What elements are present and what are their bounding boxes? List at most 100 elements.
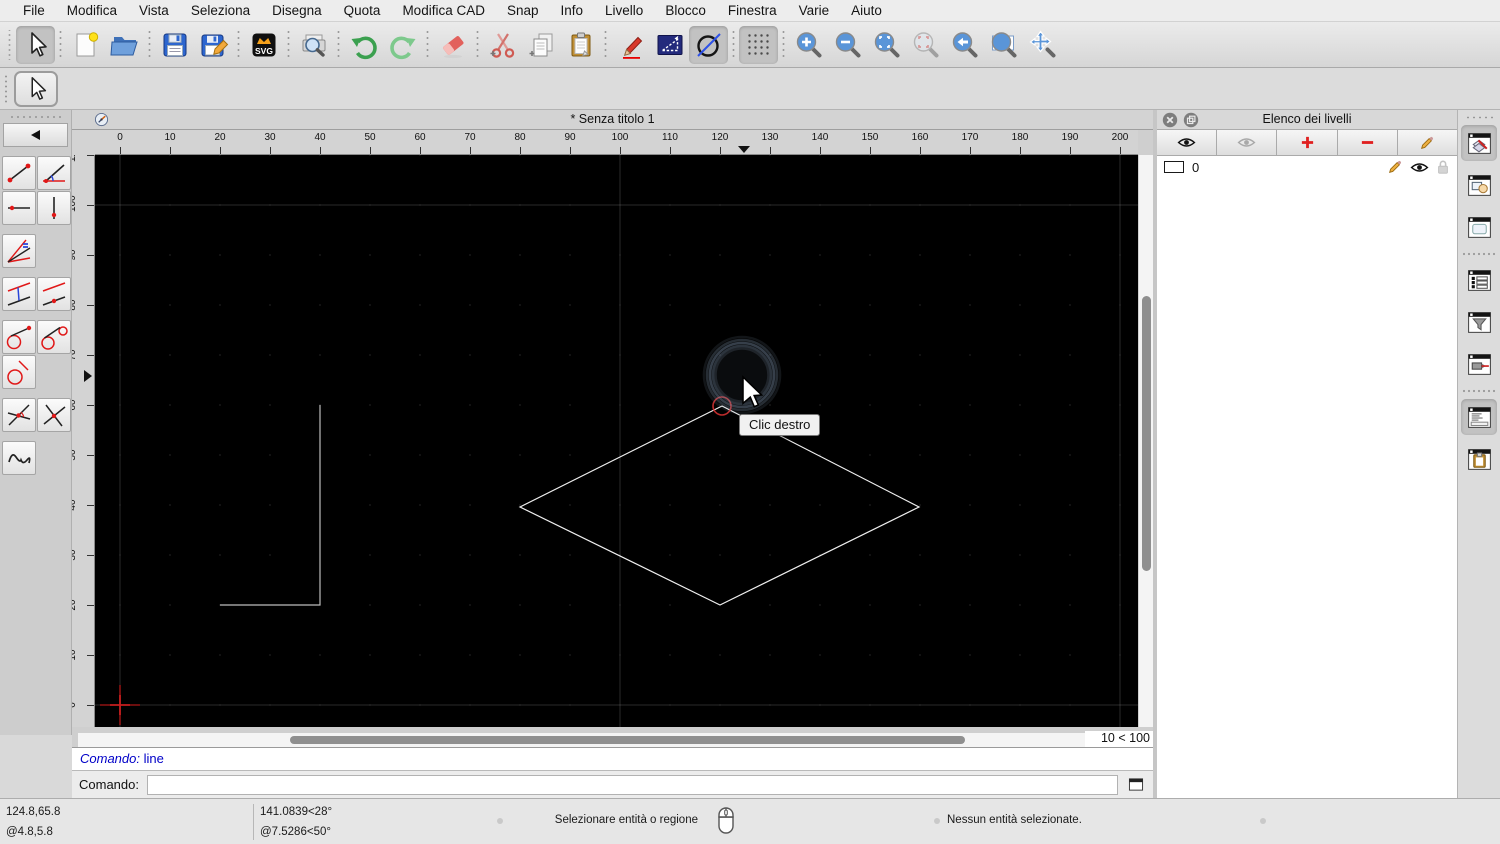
menu-livello[interactable]: Livello: [594, 3, 654, 18]
command-input[interactable]: [146, 774, 1118, 795]
v-ruler-cursor-marker: [84, 370, 92, 382]
dimension-button[interactable]: [650, 26, 689, 64]
menu-finestra[interactable]: Finestra: [717, 3, 788, 18]
command-detach-button[interactable]: [1126, 776, 1146, 793]
pen-button[interactable]: [611, 26, 650, 64]
zoom-out-button[interactable]: [828, 26, 867, 64]
save-as-button[interactable]: [194, 26, 233, 64]
export-svg-button[interactable]: SVG: [244, 26, 283, 64]
line-two-points-button[interactable]: [1, 155, 36, 190]
entity-list-window-icon: [1466, 267, 1493, 294]
zoom-auto-icon: [871, 29, 903, 61]
palette-drag-handle[interactable]: [9, 114, 62, 120]
h-ruler-label: 20: [214, 132, 226, 143]
remove-layer-button[interactable]: [1337, 130, 1398, 155]
line-parallel-point-button[interactable]: [36, 276, 71, 311]
menu-vista[interactable]: Vista: [128, 3, 180, 18]
menu-varie[interactable]: Varie: [788, 3, 841, 18]
h-ruler-tick: [420, 147, 421, 154]
line-relative-angle-button[interactable]: [1, 397, 36, 432]
dock-layers-button[interactable]: [1461, 125, 1497, 161]
edit-layer-button[interactable]: [1397, 130, 1458, 155]
menu-info[interactable]: Info: [550, 3, 595, 18]
dock-properties-button[interactable]: [1461, 262, 1497, 298]
line-orthogonal-tangent-button[interactable]: [1, 354, 36, 389]
line-parallel-distance-button[interactable]: [1, 276, 36, 311]
layer-edit-button[interactable]: [1387, 159, 1403, 175]
open-button[interactable]: [105, 26, 144, 64]
eye-icon: [1177, 136, 1196, 149]
dock-library-button[interactable]: [1461, 209, 1497, 245]
dock-command-button[interactable]: [1461, 399, 1497, 435]
show-all-layers-button[interactable]: [1157, 130, 1218, 155]
palette-back-button[interactable]: [3, 123, 68, 147]
print-preview-button[interactable]: [294, 26, 333, 64]
layer-row[interactable]: 0: [1157, 156, 1457, 178]
vertical-scrollbar-thumb[interactable]: [1142, 296, 1151, 571]
dock-clipboard-button[interactable]: [1461, 441, 1497, 477]
line-freehand-button[interactable]: [1, 440, 36, 475]
line-orthogonal-button[interactable]: [36, 397, 71, 432]
zoom-in-button[interactable]: [789, 26, 828, 64]
menu-seleziona[interactable]: Seleziona: [180, 3, 261, 18]
menu-modifica[interactable]: Modifica: [56, 3, 128, 18]
status-bar: 124.8,65.8 @4.8,5.8 141.0839<28° @7.5286…: [0, 798, 1500, 844]
redo-button[interactable]: [383, 26, 422, 64]
pan-button[interactable]: [1023, 26, 1062, 64]
menu-blocco[interactable]: Blocco: [654, 3, 717, 18]
zoom-auto-button[interactable]: [867, 26, 906, 64]
line-tangent-point-button[interactable]: [1, 319, 36, 354]
layer-visibility-button[interactable]: [1410, 161, 1429, 174]
menu-modifica-cad[interactable]: Modifica CAD: [391, 3, 496, 18]
new-document-button[interactable]: [66, 26, 105, 64]
line-angle-button[interactable]: [36, 155, 71, 190]
menu-bar: File Modifica Vista Seleziona Disegna Quota Mo…: [0, 0, 1500, 22]
menu-snap[interactable]: Snap: [496, 3, 550, 18]
toolbar-drag-handle[interactable]: [3, 74, 9, 104]
cut-button[interactable]: [483, 26, 522, 64]
dock-pen-button[interactable]: [1461, 346, 1497, 382]
line-horizontal-button[interactable]: [1, 190, 36, 225]
strip-drag-handle[interactable]: [1465, 115, 1493, 120]
h-ruler-tick: [170, 147, 171, 154]
library-window-icon: [1466, 214, 1493, 241]
horizontal-scrollbar-thumb[interactable]: [290, 736, 965, 744]
zoom-selected-button[interactable]: [906, 26, 945, 64]
grid-toggle-button[interactable]: [739, 25, 778, 64]
line-bisector-button[interactable]: [1, 233, 36, 268]
layer-color-swatch[interactable]: [1164, 161, 1184, 173]
pointer-button[interactable]: [14, 71, 58, 107]
delete-button[interactable]: [433, 26, 472, 64]
dock-blocks-button[interactable]: [1461, 167, 1497, 203]
line-orthogonal-tangent-icon: [4, 357, 34, 387]
add-layer-button[interactable]: [1277, 130, 1338, 155]
menu-aiuto[interactable]: Aiuto: [840, 3, 893, 18]
zoom-window-button[interactable]: [984, 26, 1023, 64]
dock-filter-button[interactable]: [1461, 304, 1497, 340]
horizontal-scrollbar[interactable]: [78, 733, 1085, 747]
hide-all-layers-button[interactable]: [1217, 130, 1278, 155]
layer-lock-button[interactable]: [1436, 159, 1450, 175]
toolbar-drag-handle[interactable]: [6, 29, 13, 60]
menu-quota[interactable]: Quota: [333, 3, 392, 18]
menu-file[interactable]: File: [12, 3, 56, 18]
copy-button[interactable]: [522, 26, 561, 64]
zoom-previous-button[interactable]: [945, 26, 984, 64]
h-ruler-label: 100: [611, 132, 629, 143]
line-vertical-button[interactable]: [36, 190, 71, 225]
vertical-scrollbar[interactable]: [1138, 155, 1153, 727]
draft-mode-button[interactable]: [689, 25, 728, 64]
drawing-canvas[interactable]: Clic destro: [95, 155, 1138, 727]
zoom-in-icon: [793, 29, 825, 61]
select-button[interactable]: [16, 25, 55, 64]
click-ring: [702, 335, 782, 415]
dock-widget-strip: [1457, 110, 1500, 798]
menu-disegna[interactable]: Disegna: [261, 3, 333, 18]
toolbar-separator: [424, 28, 431, 61]
undo-button[interactable]: [344, 26, 383, 64]
line-vertical-icon: [39, 193, 69, 223]
paste-button[interactable]: [561, 26, 600, 64]
palette-group: [0, 233, 72, 268]
save-button[interactable]: [155, 26, 194, 64]
line-tangent-circles-button[interactable]: [36, 319, 71, 354]
